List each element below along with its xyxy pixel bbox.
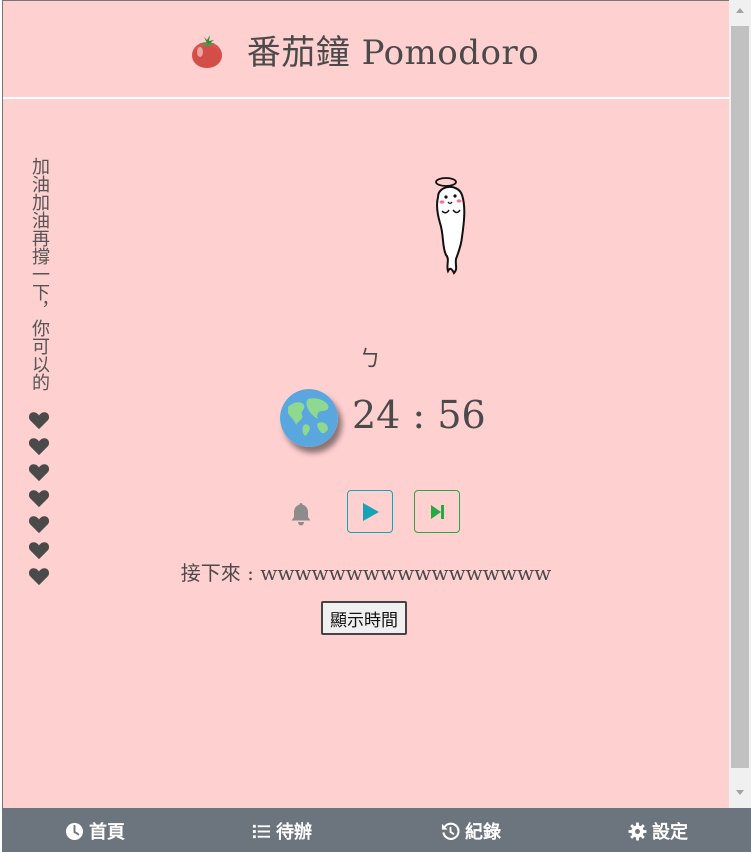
heart-icon: [28, 516, 50, 534]
play-button[interactable]: [347, 490, 393, 533]
ghost-icon: [435, 177, 466, 275]
heart-icon: [28, 464, 50, 482]
scroll-down-icon[interactable]: [736, 790, 744, 795]
next-task-text: 接下來 : wwwwwwwwwwwwwwwww: [180, 561, 552, 585]
nav-settings-label: 設定: [652, 822, 688, 843]
list-icon: [252, 824, 271, 838]
earth-icon: [280, 389, 338, 447]
history-icon: [441, 822, 460, 840]
nav-settings[interactable]: 設定: [628, 818, 688, 844]
nav-history[interactable]: 紀錄: [441, 818, 501, 844]
nav-todo-label: 待辦: [276, 822, 312, 843]
heart-icon: [28, 412, 50, 430]
session-label: ㄅ: [359, 347, 382, 372]
app-frame: 番茄鐘 Pomodoro 加油加油再撐一下，你可以的 ㄅ 24 : 56 接下來…: [2, 0, 729, 809]
app-title: 番茄鐘 Pomodoro: [246, 32, 540, 73]
nav-history-label: 紀錄: [465, 822, 501, 843]
bottom-nav: 首頁 待辦 紀錄 設定: [2, 808, 751, 852]
nav-home-label: 首頁: [89, 822, 125, 843]
show-time-button[interactable]: 顯示時間: [321, 601, 407, 635]
header: 番茄鐘 Pomodoro: [3, 1, 729, 99]
scrollbar-thumb[interactable]: [731, 26, 749, 768]
skip-forward-icon: [431, 505, 444, 519]
scroll-up-icon[interactable]: [736, 8, 744, 13]
countdown-timer: 24 : 56: [352, 393, 486, 437]
tomato-icon: [191, 35, 222, 68]
gear-icon: [628, 821, 647, 841]
encouragement-text: 加油加油再撐一下，你可以的: [29, 157, 50, 391]
heart-icon: [28, 438, 50, 456]
skip-button[interactable]: [414, 490, 460, 533]
play-icon: [363, 503, 379, 521]
clock-icon: [65, 822, 84, 840]
bell-icon[interactable]: [289, 501, 313, 527]
heart-icon: [28, 490, 50, 508]
nav-todo[interactable]: 待辦: [252, 818, 312, 844]
nav-home[interactable]: 首頁: [65, 818, 125, 844]
vertical-scrollbar[interactable]: [729, 0, 751, 808]
